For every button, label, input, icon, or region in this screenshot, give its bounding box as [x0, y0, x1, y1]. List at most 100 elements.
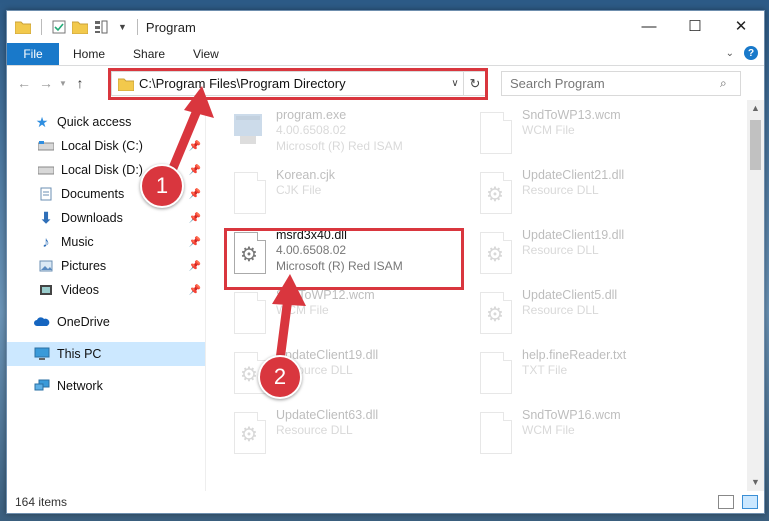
- music-icon: ♪: [42, 233, 50, 251]
- sidebar-item-label: Quick access: [57, 115, 132, 129]
- sidebar-item-label: This PC: [57, 347, 102, 361]
- large-icons-view-icon[interactable]: [742, 495, 758, 509]
- expand-ribbon-icon[interactable]: ⌄: [726, 48, 734, 59]
- tab-home[interactable]: Home: [59, 43, 119, 65]
- search-input[interactable]: [508, 75, 712, 92]
- dll-file-icon: ⚙: [474, 228, 516, 280]
- sidebar-item-downloads[interactable]: ⬇ Downloads 📌: [7, 206, 205, 230]
- file-name: SndToWP13.wcm: [522, 108, 621, 122]
- file-list: program.exe 4.00.6508.02 Microsoft (R) Red…: [205, 100, 764, 491]
- file-name: SndToWP16.wcm: [522, 408, 621, 422]
- file-name: UpdateClient19.dll: [522, 228, 625, 242]
- pin-icon[interactable]: 📌: [189, 261, 201, 272]
- document-file-icon: [474, 408, 516, 460]
- status-bar: 164 items: [7, 491, 764, 513]
- vertical-scrollbar[interactable]: ▲ ▼: [747, 100, 764, 491]
- maximize-button[interactable]: ☐: [672, 11, 718, 41]
- tab-share[interactable]: Share: [119, 43, 179, 65]
- sidebar-item-label: Local Disk (C:): [61, 139, 143, 153]
- forward-icon[interactable]: →: [35, 75, 57, 91]
- file-type: Resource DLL: [522, 183, 599, 197]
- address-bar-highlight: [108, 68, 488, 100]
- window-title: Program: [145, 19, 196, 35]
- close-button[interactable]: ✕: [718, 11, 764, 41]
- file-name: help.fineReader.txt: [522, 348, 627, 362]
- separator: [136, 19, 138, 35]
- file-type: Resource DLL: [522, 243, 599, 257]
- ribbon-right: ⌄ ?: [726, 46, 758, 60]
- document-file-icon: [474, 108, 516, 160]
- scroll-down-icon[interactable]: ▼: [747, 474, 764, 491]
- new-folder-icon[interactable]: [72, 20, 88, 34]
- file-item[interactable]: ⚙ UpdateClient63.dll Resource DLL: [228, 408, 458, 464]
- file-item[interactable]: SndToWP12.wcm WCM File: [228, 288, 458, 344]
- file-name: UpdateClient5.dll: [522, 288, 618, 302]
- file-type: WCM File: [276, 303, 329, 317]
- file-item[interactable]: SndToWP13.wcm WCM File: [474, 108, 704, 164]
- pin-icon[interactable]: 📌: [189, 141, 201, 152]
- up-icon[interactable]: ↑: [69, 75, 91, 91]
- view-options-icon[interactable]: [94, 20, 112, 34]
- pin-icon[interactable]: 📌: [189, 213, 201, 224]
- file-item[interactable]: help.fineReader.txt TXT File: [474, 348, 704, 404]
- sidebar-item-label: Videos: [61, 283, 99, 297]
- sidebar-item-local-disk-c[interactable]: Local Disk (C:) 📌: [7, 134, 205, 158]
- videos-icon: [37, 282, 55, 298]
- folder-icon[interactable]: [15, 20, 31, 34]
- sidebar-item-quick-access[interactable]: ★ Quick access: [7, 110, 205, 134]
- ribbon-tabs: File Home Share View ⌄ ?: [7, 43, 764, 66]
- sidebar-item-label: Music: [61, 235, 94, 249]
- properties-icon[interactable]: [52, 20, 66, 34]
- dll-file-icon: ⚙: [228, 408, 270, 460]
- back-icon[interactable]: ←: [13, 75, 35, 91]
- pin-icon[interactable]: 📌: [189, 165, 201, 176]
- file-item[interactable]: ⚙ UpdateClient5.dll Resource DLL: [474, 288, 704, 344]
- sidebar-item-label: Network: [57, 379, 103, 393]
- tab-view[interactable]: View: [179, 43, 233, 65]
- file-item[interactable]: ⚙ UpdateClient21.dll Resource DLL: [474, 168, 704, 224]
- item-count: 164 items: [15, 495, 68, 509]
- network-icon: [33, 378, 51, 394]
- minimize-button[interactable]: —: [626, 11, 672, 41]
- file-item[interactable]: program.exe 4.00.6508.02 Microsoft (R) Red…: [228, 108, 458, 164]
- sidebar-item-label: Documents: [61, 187, 125, 201]
- sidebar-item-pictures[interactable]: Pictures 📌: [7, 254, 205, 278]
- help-icon[interactable]: ?: [744, 46, 758, 60]
- scroll-up-icon[interactable]: ▲: [747, 100, 764, 117]
- cloud-icon: [33, 314, 51, 330]
- title-bar: ▼ Program — ☐ ✕: [7, 11, 764, 43]
- file-highlight: [224, 228, 464, 290]
- sidebar-item-this-pc[interactable]: This PC: [7, 342, 205, 366]
- document-file-icon: [228, 288, 270, 340]
- file-item[interactable]: ⚙ UpdateClient19.dll Resource DLL: [474, 228, 704, 284]
- pin-icon[interactable]: 📌: [189, 189, 201, 200]
- search-icon[interactable]: ⌕: [720, 76, 727, 91]
- sidebar-item-music[interactable]: ♪ Music 📌: [7, 230, 205, 254]
- sidebar-item-label: Local Disk (D:): [61, 163, 143, 177]
- sidebar-item-label: Pictures: [61, 259, 107, 273]
- file-item[interactable]: Korean.cjk CJK File: [228, 168, 458, 224]
- pin-icon[interactable]: 📌: [189, 237, 201, 248]
- file-name: UpdateClient21.dll: [522, 168, 625, 182]
- chevron-down-icon[interactable]: ▼: [118, 22, 127, 32]
- file-name: UpdateClient63.dll: [276, 408, 379, 422]
- search-box[interactable]: ⌕: [501, 71, 741, 96]
- file-type: WCM File: [522, 123, 575, 137]
- drive-icon: [37, 162, 55, 178]
- file-item[interactable]: SndToWP16.wcm WCM File: [474, 408, 704, 464]
- details-view-icon[interactable]: [718, 495, 734, 509]
- step-2-badge: 2: [258, 355, 302, 399]
- step-1-badge: 1: [140, 164, 184, 208]
- sidebar-item-onedrive[interactable]: OneDrive: [7, 310, 205, 334]
- tab-file[interactable]: File: [7, 43, 59, 65]
- recent-locations-icon[interactable]: ▼: [57, 79, 69, 88]
- sidebar-item-videos[interactable]: Videos 📌: [7, 278, 205, 302]
- scroll-thumb[interactable]: [750, 120, 761, 170]
- drive-icon: [37, 138, 55, 154]
- pin-icon[interactable]: 📌: [189, 285, 201, 296]
- computer-icon: [33, 346, 51, 362]
- file-version: 4.00.6508.02: [276, 123, 347, 137]
- document-file-icon: [228, 168, 270, 220]
- sidebar-item-network[interactable]: Network: [7, 374, 205, 398]
- documents-icon: [37, 186, 55, 202]
